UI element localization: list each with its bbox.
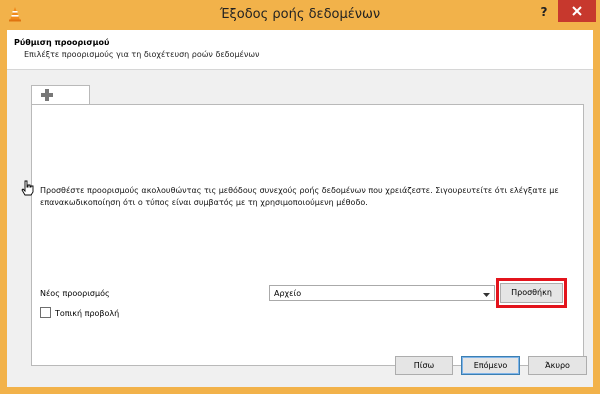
local-playback-label[interactable]: Τοπική προβολή — [55, 309, 119, 318]
dialog-content: Ρύθμιση προορισμού Επιλέξτε προορισμούς … — [7, 30, 593, 387]
local-playback-checkbox[interactable] — [40, 307, 51, 318]
cancel-button[interactable]: Άκυρο — [528, 356, 587, 375]
destination-info-text: Προσθέστε προορισμούς ακολουθώντας τις μ… — [40, 186, 559, 207]
add-button[interactable]: Προσθήκη — [500, 283, 563, 303]
hand-pointer-icon — [21, 180, 35, 198]
dialog-window: Έξοδος ροής δεδομένων ? Ρύθμιση προορισμ… — [0, 0, 600, 394]
wizard-header: Ρύθμιση προορισμού Επιλέξτε προορισμούς … — [7, 30, 593, 70]
new-destination-label: Νέος προορισμός — [40, 289, 110, 298]
destination-select-value: Αρχείο — [274, 289, 302, 298]
page-subtitle: Επιλέξτε προορισμούς για τη διοχέτευση ρ… — [24, 50, 260, 59]
help-button[interactable]: ? — [533, 2, 555, 22]
plus-icon — [41, 89, 53, 101]
page-title: Ρύθμιση προορισμού — [14, 38, 110, 47]
tab-add-destination[interactable] — [31, 85, 90, 105]
window-title: Έξοδος ροής δεδομένων — [219, 7, 381, 22]
close-button[interactable] — [558, 0, 596, 22]
back-button[interactable]: Πίσω — [395, 356, 453, 375]
chevron-down-icon — [483, 291, 490, 300]
title-bar[interactable]: Έξοδος ροής δεδομένων ? — [0, 0, 600, 30]
next-button[interactable]: Επόμενο — [461, 356, 520, 375]
close-icon — [572, 6, 582, 16]
destination-select[interactable]: Αρχείο — [269, 285, 495, 301]
destination-panel — [31, 104, 584, 366]
